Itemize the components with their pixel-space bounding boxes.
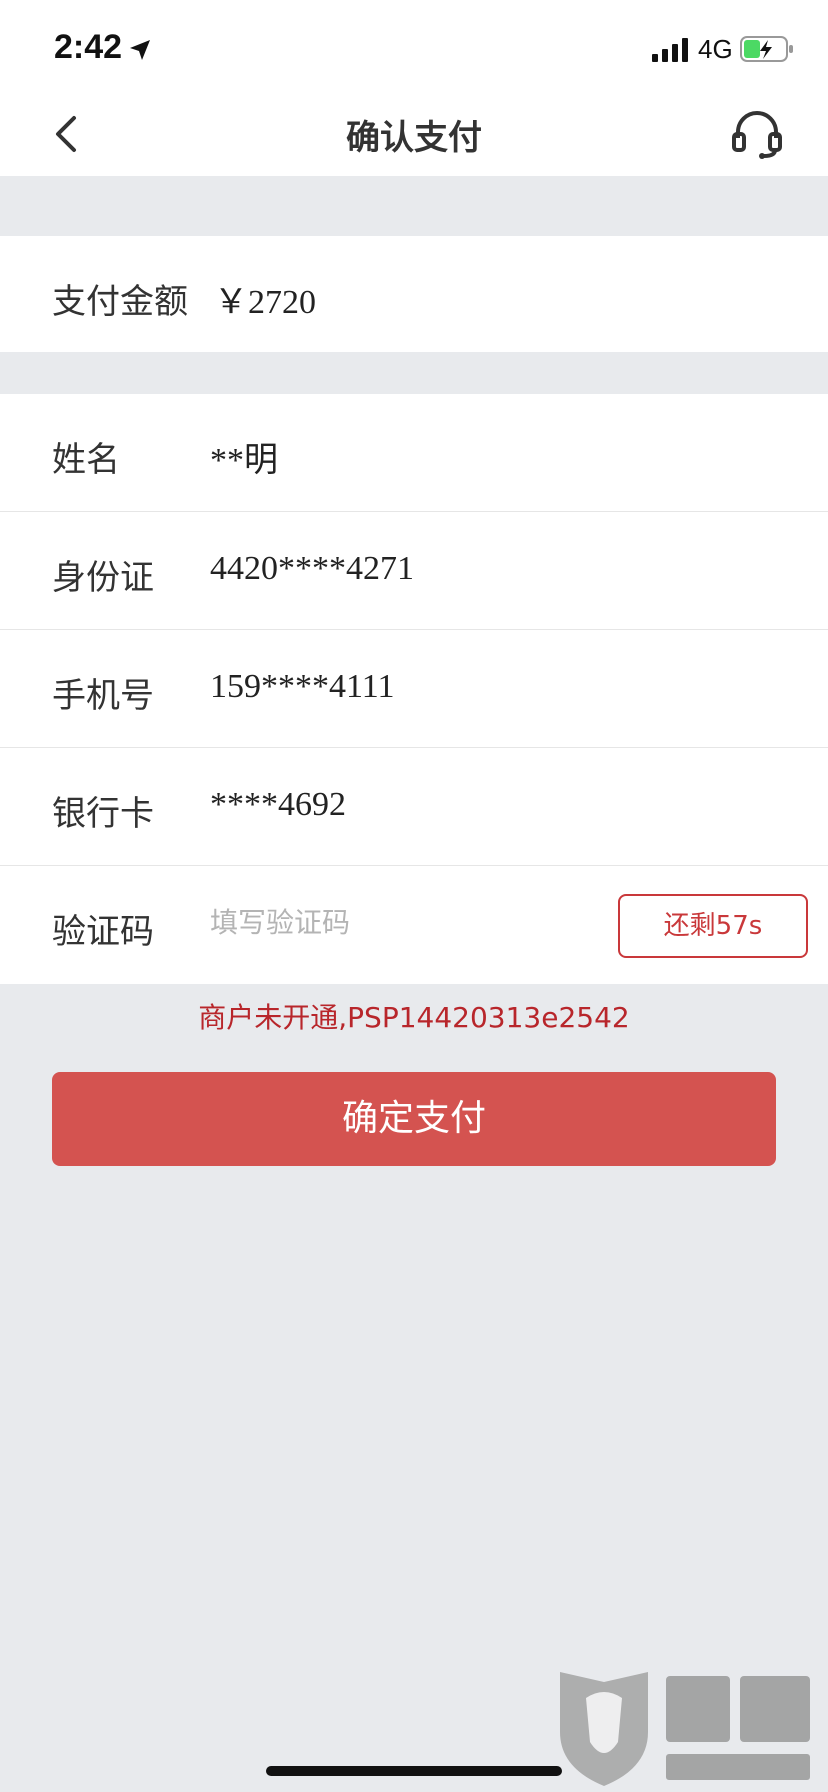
payment-amount-row: 支付金额 ￥2720: [0, 236, 828, 352]
resend-code-countdown-button[interactable]: 还剩57s: [618, 894, 808, 958]
page-title: 确认支付: [346, 118, 482, 158]
verification-code-row: 验证码 还剩57s: [0, 866, 828, 984]
bank-card-value: ****4692: [210, 786, 346, 823]
phone-row: 手机号 159****4111: [0, 630, 828, 748]
id-card-label: 身份证: [52, 558, 154, 598]
bank-card-row: 银行卡 ****4692: [0, 748, 828, 866]
signal-bars-icon: [652, 38, 688, 62]
battery-charging-icon: [740, 36, 793, 62]
status-time: 2:42: [54, 28, 123, 66]
name-value: **明: [210, 442, 278, 479]
name-label: 姓名: [52, 440, 120, 480]
customer-service-headset-icon[interactable]: [730, 106, 784, 162]
status-bar: 2:42 4G: [0, 0, 828, 92]
nav-bar: 确认支付: [0, 92, 828, 176]
payment-amount-value: ￥2720: [214, 284, 316, 321]
verification-code-input[interactable]: [210, 900, 590, 944]
confirm-payment-button[interactable]: 确定支付: [52, 1072, 776, 1166]
verification-code-label: 验证码: [52, 912, 154, 952]
network-type: 4G: [698, 34, 733, 64]
id-card-value: 4420****4271: [210, 550, 414, 587]
error-message: 商户未开通,PSP14420313e2542: [198, 1001, 630, 1034]
black-cat-watermark-logo: [560, 1672, 810, 1786]
phone-label: 手机号: [52, 676, 154, 716]
phone-value: 159****4111: [210, 668, 395, 705]
home-indicator[interactable]: [266, 1766, 562, 1776]
id-card-row: 身份证 4420****4271: [0, 512, 828, 630]
name-row: 姓名 **明: [0, 394, 828, 512]
bank-card-label: 银行卡: [52, 794, 154, 834]
location-arrow-icon: [130, 40, 150, 60]
payment-amount-label: 支付金额: [52, 282, 188, 322]
